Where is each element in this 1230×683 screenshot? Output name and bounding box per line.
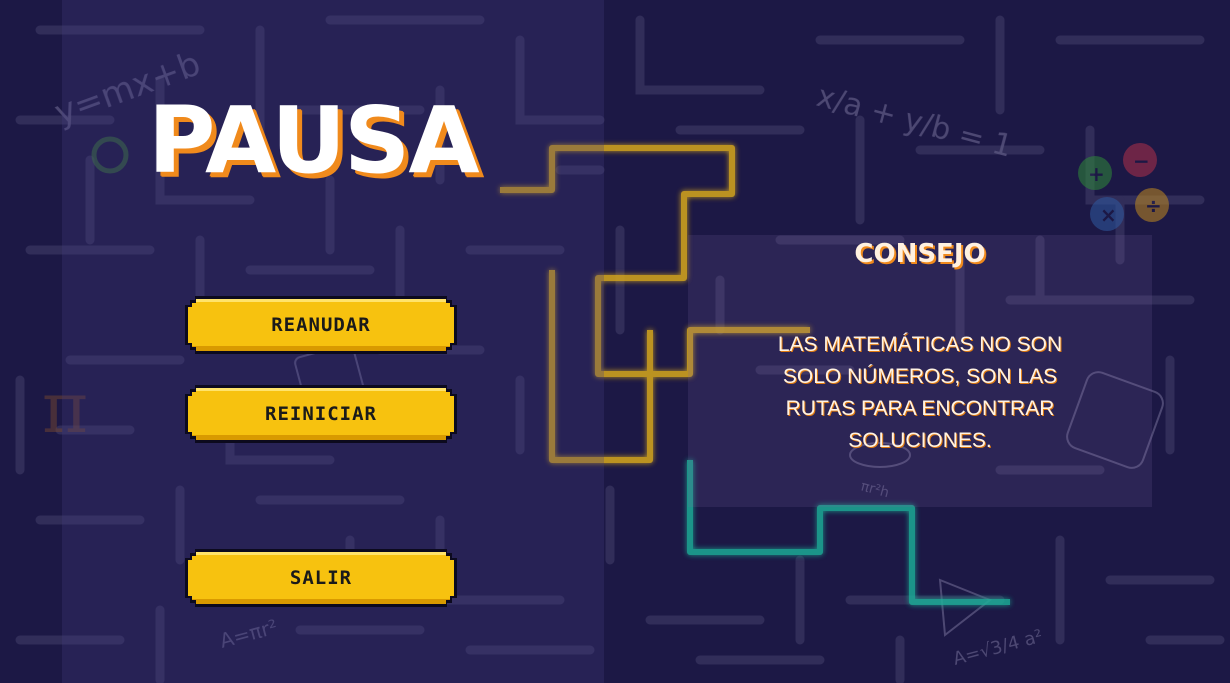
svg-text:−: − [1133,149,1150,173]
tip-panel: CONSEJO LAS MATEMÁTICAS NO SON SOLO NÚME… [688,235,1152,507]
page-title: PAUSA [148,87,480,194]
tip-title: CONSEJO [854,239,986,269]
svg-text:+: + [1088,162,1105,186]
exit-button[interactable]: SALIR [188,552,454,604]
svg-text:×: × [1100,203,1117,227]
tip-text: LAS MATEMÁTICAS NO SON SOLO NÚMEROS, SON… [777,333,1063,452]
resume-button[interactable]: REANUDAR [188,299,454,351]
svg-text:x/a + y/b = 1: x/a + y/b = 1 [813,79,1016,165]
svg-text:A=√3/4 a²: A=√3/4 a² [951,626,1045,670]
svg-text:÷: ÷ [1145,194,1162,218]
restart-button[interactable]: REINICIAR [188,388,454,440]
